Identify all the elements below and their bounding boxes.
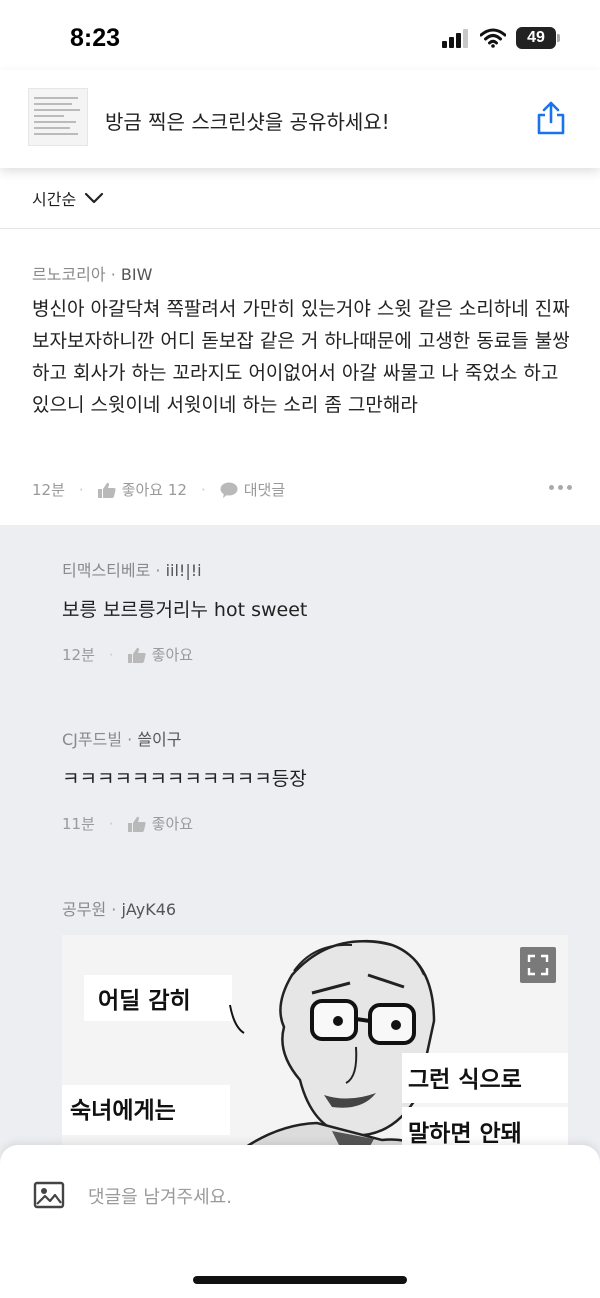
image-attach-icon[interactable] [33, 1181, 65, 1209]
reply-text: 보릉 보르릉거리누 hot sweet [62, 599, 308, 621]
meme-illustration: 어딜 감히 숙녀에게는 그런 식으로 말하면 안돼 [62, 935, 568, 1165]
battery-level: 49 [516, 27, 556, 49]
comment: 르노코리아 · BIW 병신아 아갈닥쳐 쪽팔려서 가만히 있는거야 스윗 같은… [0, 229, 600, 525]
comment-nickname[interactable]: 르노코리아 [32, 265, 106, 284]
thumbs-up-icon [97, 482, 116, 498]
comment-meta: 르노코리아 · BIW [32, 265, 153, 284]
screenshot-share-banner[interactable]: 방금 찍은 스크린샷을 공유하세요! [0, 70, 600, 168]
reply-button[interactable]: 대댓글 [220, 479, 285, 500]
like-button[interactable]: 좋아요 12 [97, 479, 187, 500]
comment-actions: 12분 · 좋아요 12 · 대댓글 [32, 479, 286, 500]
reply-user-id: iil!|!i [165, 561, 202, 580]
reply-image[interactable]: 어딜 감히 숙녀에게는 그런 식으로 말하면 안돼 [62, 935, 568, 1165]
share-banner-title: 방금 찍은 스크린샷을 공유하세요! [105, 110, 390, 134]
reply-time: 11분 [62, 815, 95, 833]
meme-caption: 그런 식으로 [408, 1067, 522, 1093]
wifi-icon [480, 28, 506, 48]
comment-input[interactable]: 댓글을 남겨주세요. [88, 1183, 232, 1209]
screenshot-thumbnail[interactable] [28, 88, 88, 146]
more-options-icon[interactable] [549, 485, 572, 490]
signal-icon [442, 29, 468, 48]
thumbs-up-icon [127, 816, 146, 832]
reply-time: 12분 [62, 646, 95, 664]
status-bar: 8:23 49 [0, 0, 600, 78]
reply-nickname[interactable]: CJ푸드빌 [62, 730, 122, 749]
status-icons: 49 [442, 27, 560, 49]
reply-user-id: 쓸이구 [137, 730, 182, 749]
battery-icon: 49 [516, 27, 560, 49]
thumbs-up-icon [127, 647, 146, 663]
reply-user-id: jAyK46 [121, 900, 177, 919]
reply-item: 티맥스티베로 · iil!|!i 보릉 보르릉거리누 hot sweet 12분… [62, 557, 572, 665]
reply-meta: CJ푸드빌 · 쓸이구 [62, 730, 182, 749]
reply-item: 공무원 · jAyK46 [62, 896, 572, 920]
comment-time: 12분 [32, 481, 65, 499]
chevron-down-icon [85, 192, 104, 204]
status-time: 8:23 [70, 24, 121, 52]
reply-text: ㅋㅋㅋㅋㅋㅋㅋㅋㅋㅋㅋㅋ등장 [62, 768, 307, 790]
meme-caption: 말하면 안돼 [408, 1121, 522, 1147]
sort-label: 시간순 [32, 190, 77, 209]
reply-meta: 티맥스티베로 · iil!|!i [62, 561, 202, 580]
like-label: 좋아요 [151, 815, 194, 833]
like-label: 좋아요 12 [121, 481, 187, 499]
reply-nickname[interactable]: 티맥스티베로 [62, 561, 150, 580]
reply-actions: 12분 · 좋아요 [62, 644, 194, 665]
comment-text: 병신아 아갈닥쳐 쪽팔려서 가만히 있는거야 스윗 같은 소리하네 진짜 보자보… [32, 298, 570, 416]
home-indicator[interactable] [193, 1276, 407, 1284]
like-button[interactable]: 좋아요 [127, 644, 194, 665]
reply-item: CJ푸드빌 · 쓸이구 ㅋㅋㅋㅋㅋㅋㅋㅋㅋㅋㅋㅋ등장 11분 · 좋아요 [62, 726, 572, 834]
reply-actions: 11분 · 좋아요 [62, 813, 194, 834]
reply-list: 티맥스티베로 · iil!|!i 보릉 보르릉거리누 hot sweet 12분… [0, 525, 600, 1165]
reply-meta: 공무원 · jAyK46 [62, 900, 177, 919]
like-button[interactable]: 좋아요 [127, 813, 194, 834]
meme-caption: 어딜 감히 [98, 988, 191, 1014]
meme-caption: 숙녀에게는 [70, 1098, 176, 1124]
share-icon[interactable] [534, 100, 568, 136]
reply-nickname[interactable]: 공무원 [62, 900, 106, 919]
sort-dropdown[interactable]: 시간순 [32, 186, 104, 210]
reply-label: 대댓글 [243, 481, 286, 499]
comment-user-id: BIW [120, 265, 153, 284]
like-label: 좋아요 [151, 646, 194, 664]
speech-bubble-icon [220, 482, 238, 498]
expand-icon[interactable] [520, 947, 556, 983]
